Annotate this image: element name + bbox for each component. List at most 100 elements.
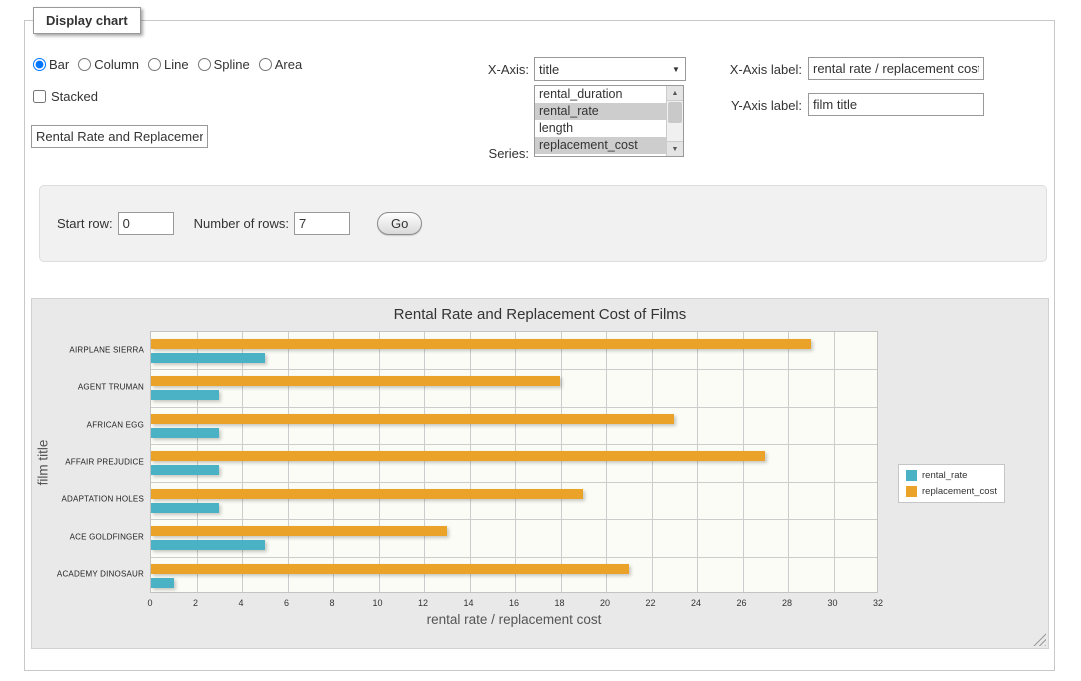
num-rows-label: Number of rows: <box>194 216 289 231</box>
radio-bar-label: Bar <box>49 57 69 72</box>
legend-label: rental_rate <box>922 470 967 481</box>
legend-item: rental_rate <box>906 470 997 481</box>
x-tick-label: 6 <box>284 598 289 608</box>
x-tick-label: 26 <box>736 598 746 608</box>
y-category-label: ACADEMY DINOSAUR <box>32 570 144 579</box>
gridline <box>151 444 877 445</box>
num-rows-input[interactable] <box>294 212 350 235</box>
x-tick-label: 12 <box>418 598 428 608</box>
gridline <box>288 332 289 592</box>
y-axis-label-field-label: Y-Axis label: <box>680 98 802 113</box>
gridline <box>515 332 516 592</box>
gridline <box>151 557 877 558</box>
gridline <box>151 519 877 520</box>
series-scrollbar[interactable]: ▲ ▼ <box>666 86 683 156</box>
series-option[interactable]: length <box>535 120 666 137</box>
plot-area <box>150 331 878 593</box>
stacked-checkbox-row[interactable]: Stacked <box>33 89 98 104</box>
gridline <box>424 332 425 592</box>
bar-replacement_cost <box>151 489 583 499</box>
x-tick-label: 8 <box>329 598 334 608</box>
x-axis-select-label: X-Axis: <box>425 62 529 77</box>
radio-spline-label: Spline <box>214 57 250 72</box>
series-label: Series: <box>425 146 529 161</box>
bar-rental_rate <box>151 540 265 550</box>
x-tick-label: 30 <box>827 598 837 608</box>
series-option[interactable]: replacement_cost <box>535 137 666 154</box>
legend-swatch <box>906 486 917 497</box>
radio-line-input[interactable] <box>148 58 161 71</box>
x-tick-label: 10 <box>372 598 382 608</box>
bar-replacement_cost <box>151 414 674 424</box>
radio-column-input[interactable] <box>78 58 91 71</box>
radio-line[interactable]: Line <box>148 57 189 72</box>
y-axis-label-input[interactable] <box>808 93 984 116</box>
radio-spline[interactable]: Spline <box>198 57 250 72</box>
gridline <box>470 332 471 592</box>
bar-replacement_cost <box>151 526 447 536</box>
series-option[interactable]: rental_duration <box>535 86 666 103</box>
gridline <box>743 332 744 592</box>
bar-replacement_cost <box>151 451 765 461</box>
y-category-label: ADAPTATION HOLES <box>32 495 144 504</box>
bar-rental_rate <box>151 465 219 475</box>
gridline <box>333 332 334 592</box>
scroll-down-icon[interactable]: ▼ <box>667 141 683 156</box>
x-tick-label: 16 <box>509 598 519 608</box>
resize-handle[interactable] <box>1033 633 1046 646</box>
radio-spline-input[interactable] <box>198 58 211 71</box>
stacked-label: Stacked <box>51 89 98 104</box>
gridline <box>561 332 562 592</box>
y-category-label: AFRICAN EGG <box>32 420 144 429</box>
x-tick-label: 20 <box>600 598 610 608</box>
x-tick-label: 24 <box>691 598 701 608</box>
x-tick-label: 18 <box>554 598 564 608</box>
y-category-label: AFFAIR PREJUDICE <box>32 458 144 467</box>
bar-replacement_cost <box>151 564 629 574</box>
x-axis-label-input[interactable] <box>808 57 984 80</box>
radio-bar[interactable]: Bar <box>33 57 69 72</box>
radio-column[interactable]: Column <box>78 57 139 72</box>
radio-area-input[interactable] <box>259 58 272 71</box>
x-tick-label: 4 <box>238 598 243 608</box>
gridline <box>606 332 607 592</box>
display-chart-panel: Display chart Bar Column Line Spline Are… <box>24 20 1055 671</box>
gridline <box>652 332 653 592</box>
x-axis-select-value: title <box>535 62 667 77</box>
gridline <box>242 332 243 592</box>
gridline <box>197 332 198 592</box>
gridline <box>151 407 877 408</box>
x-tick-label: 28 <box>782 598 792 608</box>
series-listbox[interactable]: rental_durationrental_ratelengthreplacem… <box>534 85 684 157</box>
series-option[interactable]: rental_rate <box>535 103 666 120</box>
bar-replacement_cost <box>151 376 560 386</box>
gridline <box>151 482 877 483</box>
bar-replacement_cost <box>151 339 811 349</box>
start-row-input[interactable] <box>118 212 174 235</box>
start-row-label: Start row: <box>57 216 113 231</box>
y-category-label: ACE GOLDFINGER <box>32 532 144 541</box>
gridline <box>151 369 877 370</box>
x-tick-label: 2 <box>193 598 198 608</box>
radio-area-label: Area <box>275 57 302 72</box>
x-tick-label: 14 <box>463 598 473 608</box>
bar-rental_rate <box>151 428 219 438</box>
radio-area[interactable]: Area <box>259 57 302 72</box>
radio-column-label: Column <box>94 57 139 72</box>
gridline <box>697 332 698 592</box>
chart-title-input[interactable] <box>31 125 208 148</box>
stacked-checkbox[interactable] <box>33 90 46 103</box>
x-tick-label: 32 <box>873 598 883 608</box>
gridline <box>788 332 789 592</box>
radio-bar-input[interactable] <box>33 58 46 71</box>
go-button[interactable]: Go <box>377 212 422 235</box>
legend-item: replacement_cost <box>906 486 997 497</box>
x-axis-select[interactable]: title ▼ <box>534 57 686 81</box>
gridline <box>379 332 380 592</box>
legend-label: replacement_cost <box>922 486 997 497</box>
y-category-label: AGENT TRUMAN <box>32 383 144 392</box>
y-category-label: AIRPLANE SIERRA <box>32 345 144 354</box>
chart-area: Rental Rate and Replacement Cost of Film… <box>31 298 1049 649</box>
chart-title: Rental Rate and Replacement Cost of Film… <box>32 306 1048 323</box>
chart-legend: rental_rate replacement_cost <box>898 464 1005 503</box>
